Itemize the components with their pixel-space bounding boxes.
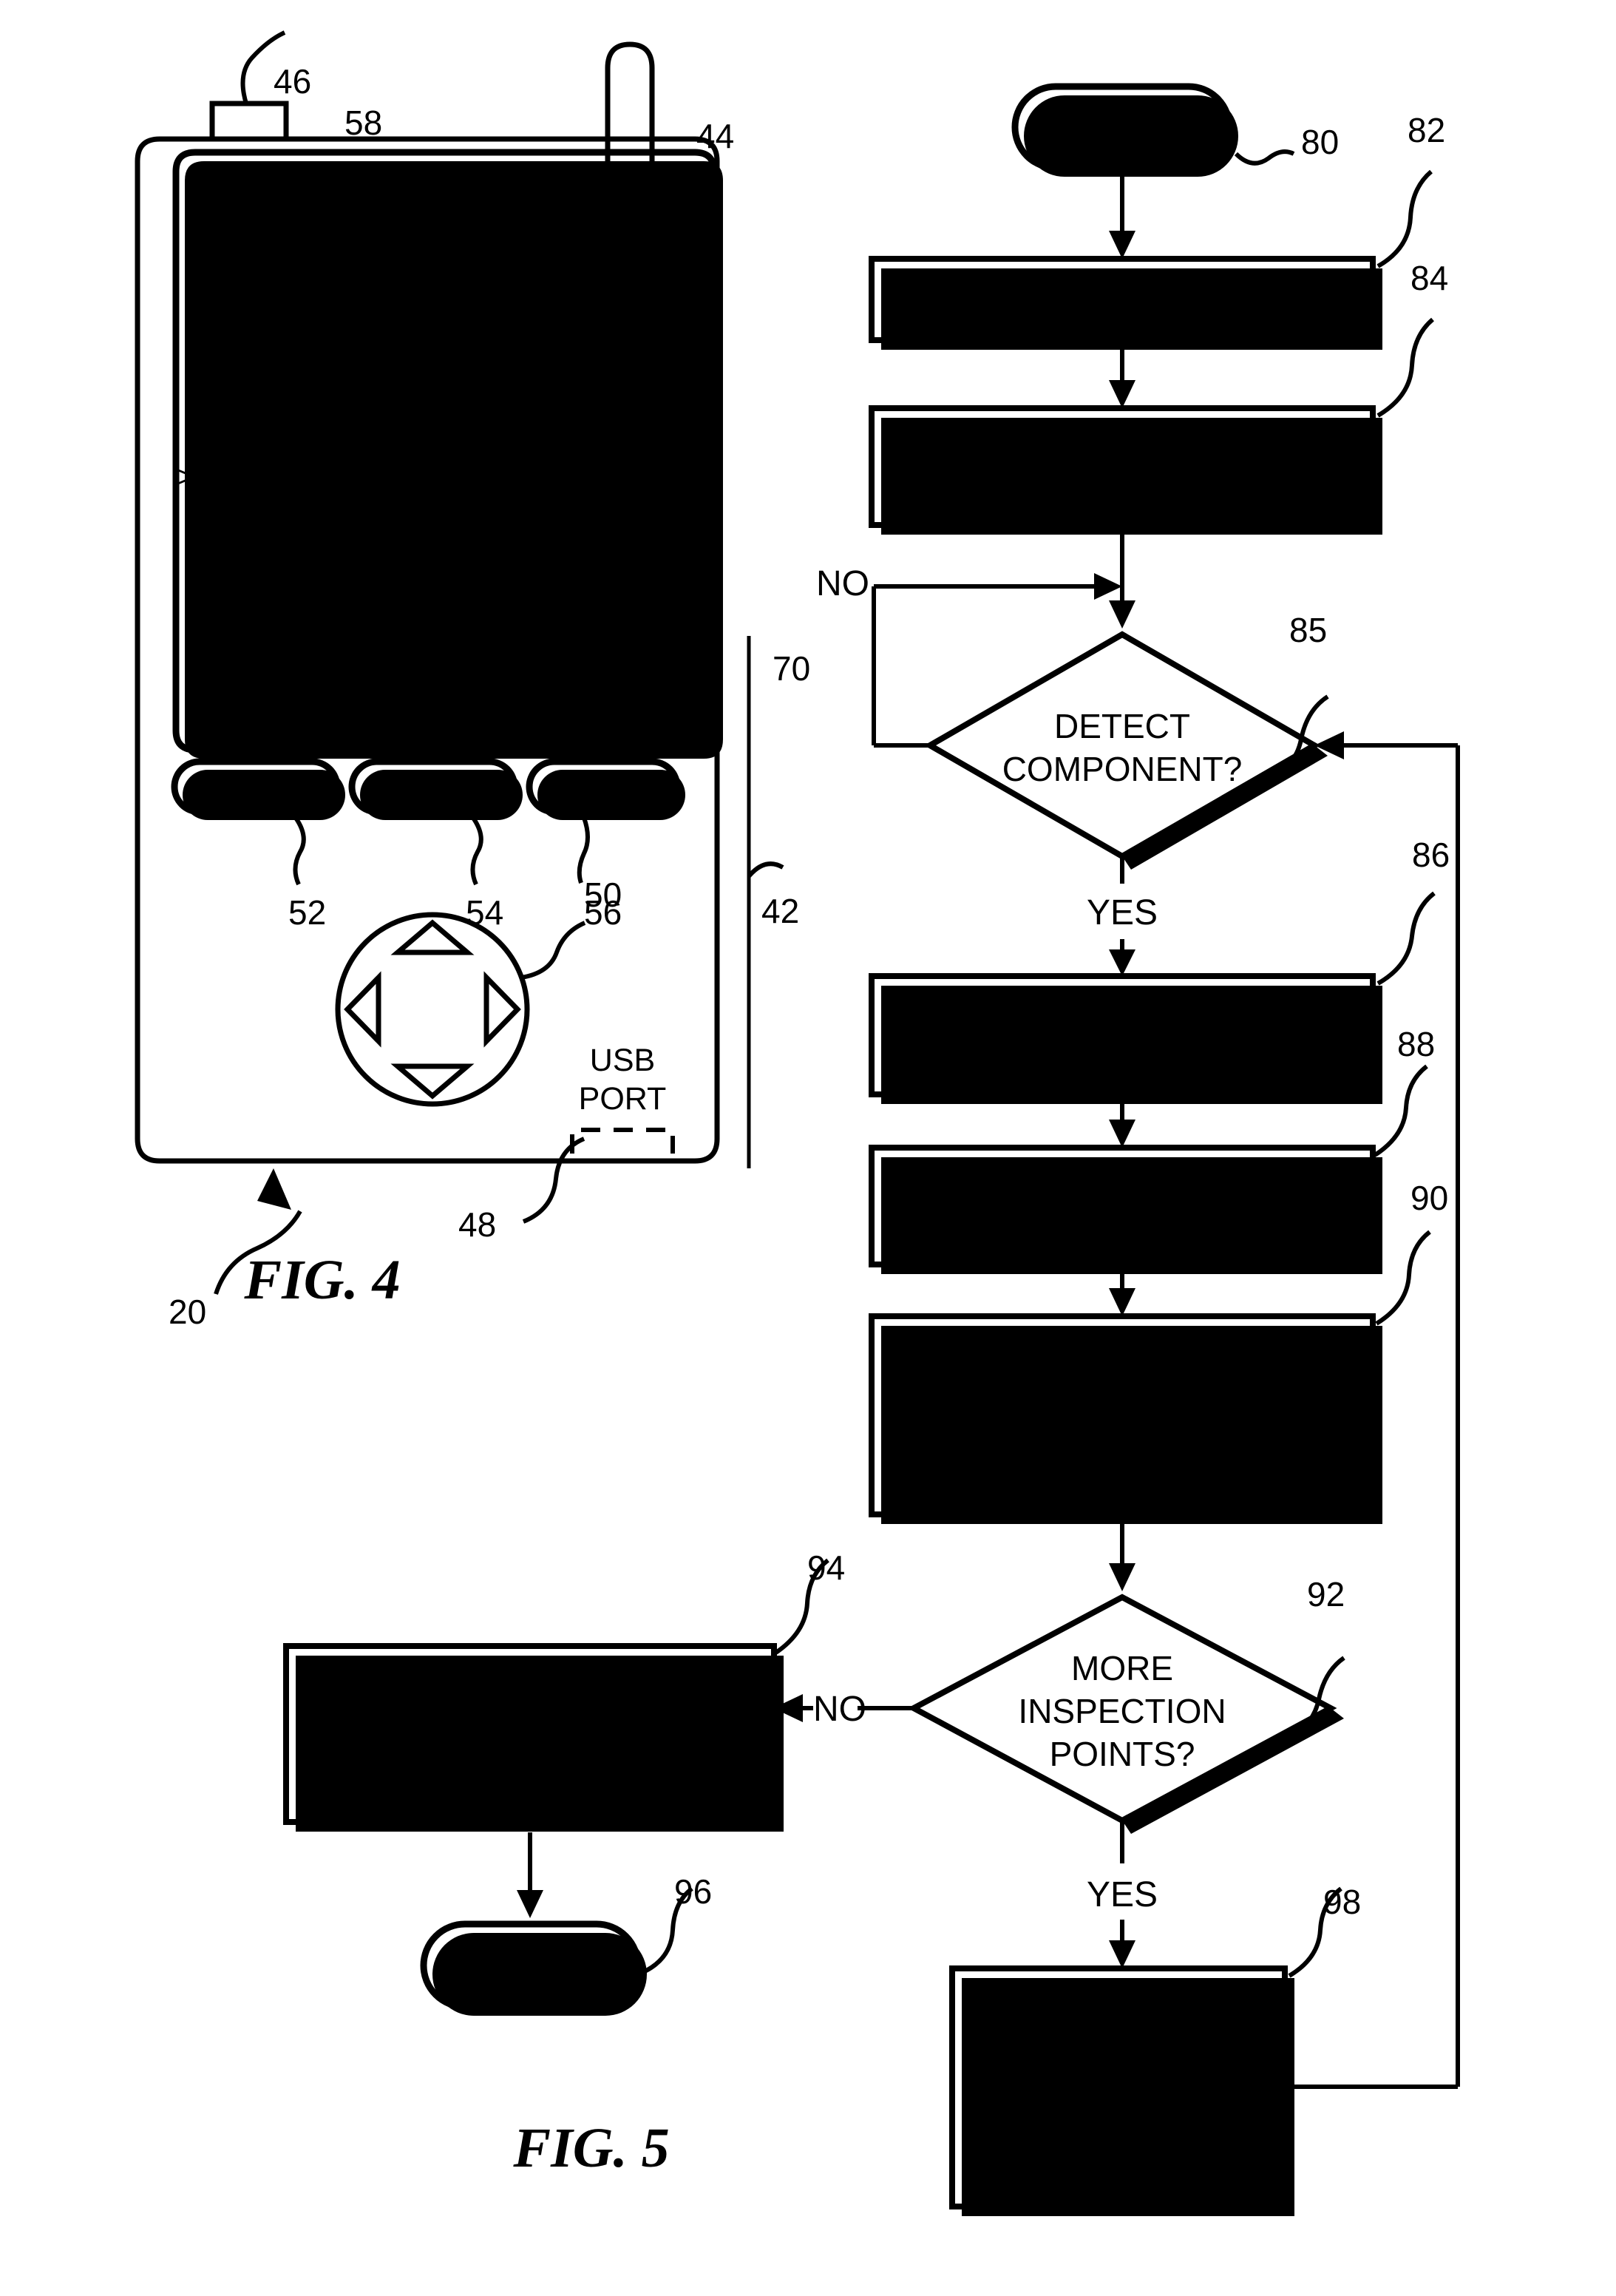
- ref-88: 88: [1397, 1025, 1435, 1063]
- screen-prompt-line-1: USE ARROW BUTTON TO SELECT: [198, 302, 692, 336]
- opid-label: ENTER OPERATOR ID: [937, 281, 1308, 320]
- edge-label-more-yes: YES: [1087, 1875, 1158, 1914]
- ref-98: 98: [1323, 1883, 1361, 1921]
- next-label-line-2: NEXT: [1071, 2041, 1166, 2080]
- transmit-label-line-3: STORAGE: [444, 1755, 617, 1795]
- ref-96: 96: [674, 1872, 712, 1911]
- more-label-line-3: POINTS?: [1050, 1735, 1195, 1773]
- softkey-previous[interactable]: PREVIOUS: [197, 708, 342, 739]
- detect-label-line-2: COMPONENT?: [1002, 750, 1243, 788]
- screen-prompt-line-2: ENTRY THAT BEST DESCRIBES: [217, 340, 673, 374]
- start-label: START: [1068, 108, 1177, 146]
- patent-drawing-sheet: 44 46 42 70 58 USE ARROW BUTTON TO SELEC…: [0, 0, 1616, 2296]
- ref-70: 70: [773, 649, 810, 688]
- ref-46: 46: [274, 62, 311, 101]
- flow-node-transmit-load: TRANSMIT/LOAD INSPECTION DATA INTO STORA…: [283, 1643, 784, 1832]
- screen-option-2[interactable]: 2. FOREIGN OBJECT ON TIRE: [244, 496, 674, 530]
- ref-50: 50: [584, 876, 622, 914]
- red-button-label: RED: [572, 771, 634, 804]
- screen-option-3[interactable]: 3. TIRE SIDEWALL DAMAGE: [244, 533, 645, 567]
- screen-option-4[interactable]: 4. LOW TIRE PRESSURE: [244, 570, 599, 604]
- ref-20: 20: [169, 1293, 206, 1331]
- ref-90: 90: [1410, 1179, 1448, 1217]
- selection-cursor-icon: >: [177, 461, 194, 493]
- edge-label-detect-no: NO: [816, 564, 869, 603]
- flow-node-proceed-next: PROCEED TO NEXT INSPECTION POINT: [949, 1965, 1294, 2216]
- next-label-line-4: POINT: [1065, 2153, 1173, 2192]
- ref-58: 58: [344, 104, 382, 142]
- figure-5-label: FIG. 5: [512, 2117, 669, 2179]
- green-button-label: GREEN: [203, 771, 308, 804]
- first-label-line-1: PROCEED TO FIRST: [949, 421, 1295, 461]
- flow-node-proceed-first: PROCEED TO FIRST INSPECTION POINT: [869, 405, 1382, 535]
- done-label: DONE: [482, 1948, 580, 1986]
- transmit-label-line-1: TRANSMIT/LOAD: [386, 1667, 673, 1706]
- screen-option-5[interactable]: 5. OTHER CONDITION: [244, 607, 563, 641]
- ref-40: 40: [619, 413, 657, 451]
- enters-label-line-3: COMPONENT INTO: [960, 1415, 1284, 1455]
- flow-node-operator-performs: OPERATOR PERFORMS INSPECTION: [869, 1145, 1382, 1274]
- more-label-line-1: MORE: [1071, 1649, 1173, 1687]
- transmit-label-line-2: INSPECTION DATA INTO: [326, 1711, 734, 1750]
- flow-node-start: START: [1011, 83, 1238, 177]
- edge-label-more-no: NO: [813, 1690, 866, 1729]
- perform-label-line-1: OPERATOR PERFORMS: [919, 1161, 1325, 1200]
- ref-84: 84: [1410, 259, 1448, 297]
- softkey-enter[interactable]: ENTER: [543, 708, 639, 739]
- next-label-line-3: INSPECTION: [1010, 2097, 1226, 2136]
- flow-node-done: DONE: [420, 1920, 647, 2016]
- flow-node-prompt-operator: PROMPT OPERATOR TO INDICATE CONDITION: [869, 973, 1382, 1104]
- usb-port-label-line-2: PORT: [579, 1081, 667, 1117]
- first-label-line-2: INSPECTION POINT: [954, 466, 1289, 505]
- edge-label-detect-yes: YES: [1087, 893, 1158, 932]
- prompt-label-line-1: PROMPT OPERATOR TO: [915, 991, 1330, 1030]
- screen-prompt-line-3: THE CONDITION: [325, 379, 564, 413]
- drawing-canvas: 44 46 42 70 58 USE ARROW BUTTON TO SELEC…: [0, 0, 1616, 2296]
- screen-option-1[interactable]: 1. WORN TREAD ON TIRE: [244, 459, 615, 493]
- enters-label-line-4: PORTABLE DEVICE: [958, 1458, 1286, 1497]
- prompt-label-line-2: INDICATE CONDITION: [936, 1035, 1308, 1074]
- flow-node-operator-enters: OPERATOR ENTERS CONDITION OF COMPONENT I…: [869, 1313, 1382, 1524]
- enters-label-line-2: CONDITION OF: [993, 1372, 1251, 1412]
- flow-node-enter-operator-id: ENTER OPERATOR ID: [869, 256, 1382, 350]
- next-label-line-1: PROCEED TO: [1002, 1985, 1235, 2024]
- ref-92: 92: [1307, 1575, 1345, 1613]
- ref-80: 80: [1301, 123, 1339, 161]
- figure-4-label: FIG. 4: [243, 1249, 400, 1311]
- ref-54: 54: [466, 893, 503, 932]
- ref-94: 94: [807, 1548, 845, 1587]
- perform-label-line-2: INSPECTION: [1014, 1205, 1230, 1244]
- ref-85: 85: [1289, 611, 1327, 649]
- usb-port-label-line-1: USB: [590, 1043, 655, 1078]
- yellow-button-label: YELLOW: [372, 771, 495, 804]
- ref-52: 52: [288, 893, 326, 932]
- ref-86: 86: [1412, 836, 1450, 874]
- ref-42: 42: [761, 892, 799, 930]
- detect-label-line-1: DETECT: [1054, 707, 1190, 745]
- ref-82: 82: [1408, 111, 1445, 149]
- more-label-line-2: INSPECTION: [1018, 1692, 1226, 1730]
- ref-48: 48: [458, 1205, 496, 1244]
- enters-label-line-1: OPERATOR ENTERS: [948, 1330, 1297, 1369]
